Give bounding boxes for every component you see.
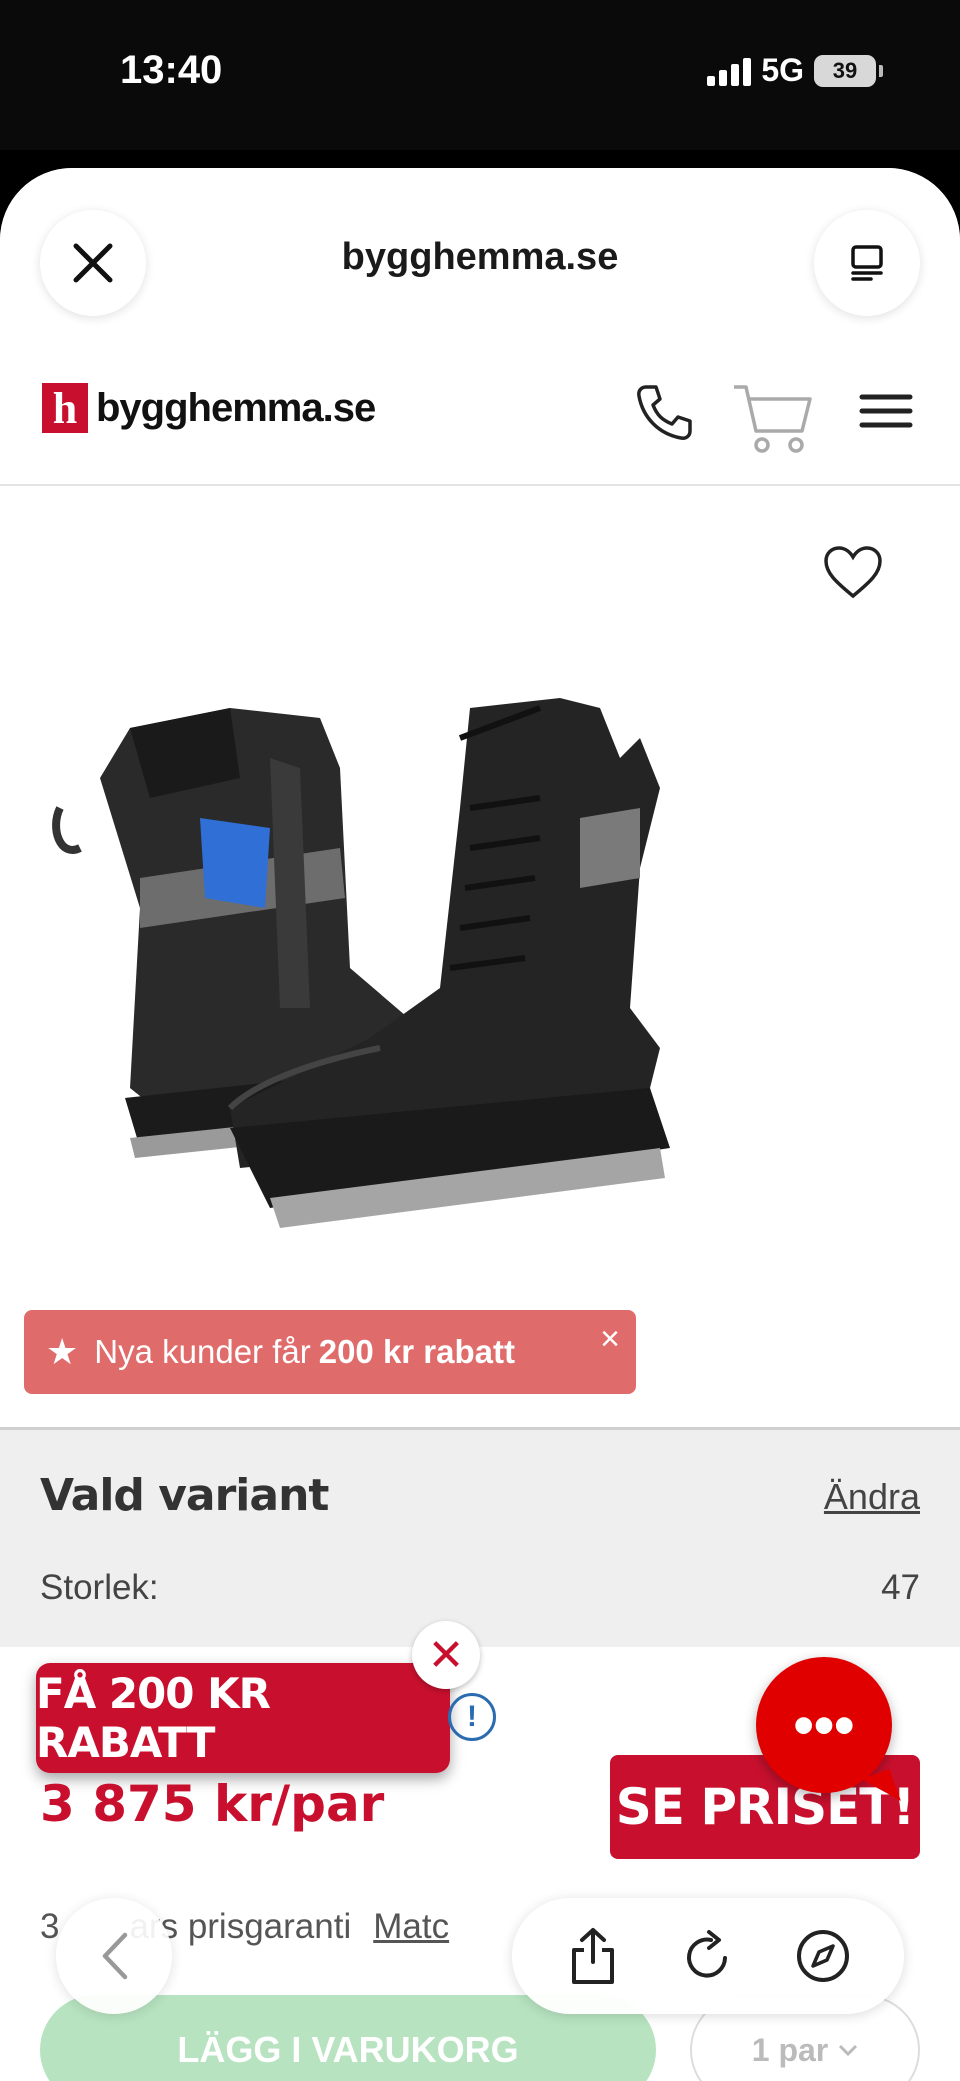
price: 3 875 kr/par bbox=[40, 1775, 385, 1833]
product-image bbox=[52, 698, 670, 1228]
share-button[interactable] bbox=[557, 1920, 629, 1992]
compass-button[interactable] bbox=[787, 1920, 859, 1992]
variant-title: Vald variant bbox=[40, 1470, 329, 1521]
chevron-left-icon bbox=[102, 1932, 128, 1980]
change-variant-link[interactable]: Ändra bbox=[824, 1476, 920, 1518]
favorite-button[interactable] bbox=[822, 544, 884, 605]
logo-text: bygghemma.se bbox=[96, 385, 376, 430]
price-section: FÅ 200 KR RABATT ✕ ! 3 875 kr/par SE PRI… bbox=[0, 1621, 960, 2081]
share-icon bbox=[572, 1928, 615, 1984]
quantity-value: 1 par bbox=[751, 2031, 829, 2068]
network-type: 5G bbox=[761, 52, 804, 88]
phone-icon bbox=[637, 385, 692, 440]
promo-text: Nya kunder får bbox=[94, 1333, 311, 1370]
guarantee-prefix: 3 bbox=[40, 1907, 60, 1946]
status-indicators: 5G 39 bbox=[707, 52, 883, 89]
chat-button[interactable]: ••• bbox=[756, 1657, 892, 1793]
size-value: 47 bbox=[881, 1568, 920, 1607]
browser-toolbar bbox=[512, 1898, 904, 2014]
reader-mode-icon bbox=[851, 245, 883, 281]
get-discount-button[interactable]: FÅ 200 KR RABATT bbox=[36, 1663, 450, 1773]
status-time: 13:40 bbox=[120, 48, 223, 92]
promo-close-icon[interactable]: × bbox=[600, 1320, 620, 1359]
promo-banner[interactable]: ★ Nya kunder får 200 kr rabatt × bbox=[24, 1310, 636, 1394]
star-icon: ★ bbox=[46, 1331, 79, 1372]
reload-icon bbox=[687, 1930, 727, 1978]
heart-icon bbox=[824, 546, 882, 599]
info-icon[interactable]: ! bbox=[448, 1693, 496, 1741]
size-label: Storlek: bbox=[40, 1568, 159, 1607]
cart-icon bbox=[734, 385, 812, 453]
menu-button[interactable] bbox=[858, 381, 914, 446]
reload-button[interactable] bbox=[672, 1920, 744, 1992]
back-button[interactable] bbox=[56, 1898, 172, 2014]
battery-icon: 39 bbox=[814, 54, 883, 87]
status-bar: 13:40 5G 39 bbox=[0, 0, 960, 150]
variant-section: Vald variant Ändra Storlek: 47 bbox=[0, 1427, 960, 1647]
menu-icon bbox=[859, 394, 913, 428]
logo-mark: h bbox=[42, 383, 88, 433]
discount-close-icon[interactable]: ✕ bbox=[412, 1621, 480, 1689]
phone-button[interactable] bbox=[632, 381, 696, 450]
signal-icon bbox=[707, 56, 752, 86]
sheet-header: bygghemma.se bbox=[0, 168, 960, 343]
compass-icon bbox=[796, 1930, 849, 1982]
chevron-down-icon bbox=[839, 2044, 858, 2057]
reader-mode-button[interactable] bbox=[814, 210, 920, 316]
site-logo[interactable]: h bygghemma.se bbox=[42, 383, 376, 433]
cart-button[interactable] bbox=[732, 381, 816, 462]
site-navbar: h bygghemma.se bbox=[0, 343, 960, 486]
match-price-link[interactable]: Matc bbox=[373, 1907, 449, 1947]
promo-bold-text: 200 kr rabatt bbox=[318, 1333, 515, 1370]
